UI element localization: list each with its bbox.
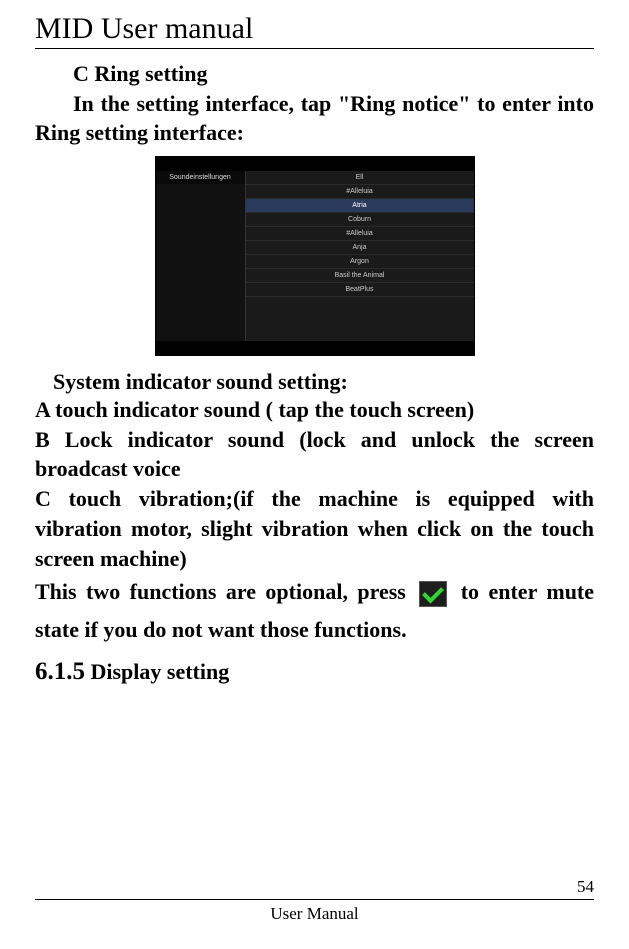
icon-line-before: This two functions are optional, press bbox=[35, 579, 406, 604]
item-b: B Lock indicator sound (lock and unlock … bbox=[35, 425, 594, 484]
screenshot-row: Basil the Animal bbox=[246, 269, 474, 283]
screenshot-container: Soundeinstellungen Ell #Alleluia Atria C… bbox=[35, 156, 594, 361]
screenshot-row: Argon bbox=[246, 255, 474, 269]
page-number: 54 bbox=[35, 877, 594, 897]
header-rule bbox=[35, 48, 594, 49]
system-indicator-heading: System indicator sound setting: bbox=[53, 369, 594, 395]
page-title: MID User manual bbox=[35, 12, 594, 46]
screenshot-row: #Alleluia bbox=[246, 227, 474, 241]
screenshot-row: Atria bbox=[246, 199, 474, 213]
screenshot-sidebar: Soundeinstellungen bbox=[156, 171, 246, 341]
display-label: Display setting bbox=[91, 659, 230, 684]
screenshot-content: Ell #Alleluia Atria Coburn #Alleluia Anj… bbox=[246, 171, 474, 341]
item-a: A touch indicator sound ( tap the touch … bbox=[35, 395, 594, 425]
screenshot-sidebar-title: Soundeinstellungen bbox=[156, 171, 245, 184]
screenshot-topbar bbox=[156, 157, 474, 171]
screenshot-bottombar bbox=[156, 341, 474, 355]
item-c: C touch vibration;(if the machine is equ… bbox=[35, 484, 594, 573]
intro-paragraph: In the setting interface, tap "Ring noti… bbox=[35, 89, 594, 148]
checkbox-checked-icon bbox=[419, 581, 447, 607]
screenshot-row: Ell bbox=[246, 171, 474, 185]
optional-functions-line: This two functions are optional, press t… bbox=[35, 573, 594, 648]
display-setting-heading: 6.1.5 Display setting bbox=[35, 658, 594, 686]
footer-label: User Manual bbox=[35, 904, 594, 924]
footer: 54 User Manual bbox=[35, 877, 594, 924]
footer-rule bbox=[35, 899, 594, 900]
screenshot-row: BeatPlus bbox=[246, 283, 474, 297]
screenshot-row: Anja bbox=[246, 241, 474, 255]
screenshot-row: #Alleluia bbox=[246, 185, 474, 199]
section-heading-c: C Ring setting bbox=[73, 59, 594, 89]
display-number: 6.1.5 bbox=[35, 658, 85, 685]
ring-setting-screenshot: Soundeinstellungen Ell #Alleluia Atria C… bbox=[155, 156, 475, 356]
screenshot-row: Coburn bbox=[246, 213, 474, 227]
